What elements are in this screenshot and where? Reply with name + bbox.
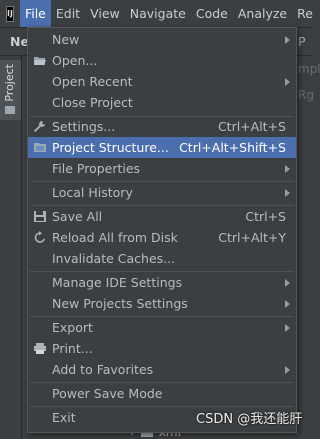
menu-item-new-projects-settings[interactable]: New Projects Settings <box>28 293 296 314</box>
print-icon <box>34 343 46 354</box>
submenu-arrow-icon <box>285 366 290 374</box>
menu-item-shortcut: Ctrl+Alt+Y <box>218 230 286 245</box>
save-icon <box>34 211 46 222</box>
menu-item-new[interactable]: New <box>28 29 296 50</box>
menu-item-project-structure[interactable]: Project Structure... Ctrl+Alt+Shift+S <box>28 137 296 158</box>
menu-item-close-project[interactable]: Close Project <box>28 92 296 113</box>
intellij-logo-icon: IJ <box>6 5 14 22</box>
menu-analyze[interactable]: Analyze <box>233 0 292 27</box>
menu-item-file-properties[interactable]: File Properties <box>28 158 296 179</box>
menu-item-label: File Properties <box>52 161 141 176</box>
project-tab-label: Project <box>3 64 16 102</box>
csdn-watermark: CSDN @我还能肝 <box>196 412 303 427</box>
menu-item-add-to-favorites[interactable]: Add to Favorites <box>28 359 296 380</box>
menu-edit[interactable]: Edit <box>51 0 85 27</box>
menu-item-label: New <box>52 32 80 47</box>
menu-item-label: Local History <box>52 185 133 200</box>
menu-item-open[interactable]: Open... <box>28 50 296 71</box>
menu-file[interactable]: File <box>19 0 51 27</box>
menu-item-label: Reload All from Disk <box>52 230 178 245</box>
menu-navigate[interactable]: Navigate <box>125 0 191 27</box>
submenu-arrow-icon <box>285 324 290 332</box>
menu-item-label: Power Save Mode <box>52 386 163 401</box>
submenu-arrow-icon <box>285 189 290 197</box>
submenu-arrow-icon <box>285 300 290 308</box>
menu-item-label: Print... <box>52 341 93 356</box>
submenu-arrow-icon <box>285 78 290 86</box>
menu-refactor[interactable]: Re <box>292 0 318 27</box>
folder-icon <box>5 106 15 114</box>
menu-item-shortcut: Ctrl+Alt+S <box>217 119 286 134</box>
submenu-arrow-icon <box>285 165 290 173</box>
folder-open-icon <box>34 57 46 65</box>
menu-item-local-history[interactable]: Local History <box>28 182 296 203</box>
menu-item-settings[interactable]: Settings... Ctrl+Alt+S <box>28 116 296 137</box>
background-text-2: Rg <box>298 88 314 102</box>
menu-item-save-all[interactable]: Save All Ctrl+S <box>28 206 296 227</box>
menu-item-print[interactable]: Print... <box>28 338 296 359</box>
menu-item-shortcut: Ctrl+S <box>245 209 286 224</box>
menu-item-label: Open... <box>52 53 98 68</box>
menu-view[interactable]: View <box>85 0 125 27</box>
menu-item-reload-all[interactable]: Reload All from Disk Ctrl+Alt+Y <box>28 227 296 248</box>
menu-item-label: Open Recent <box>52 74 133 89</box>
menu-item-power-save-mode[interactable]: Power Save Mode <box>28 383 296 404</box>
menu-item-manage-ide-settings[interactable]: Manage IDE Settings <box>28 272 296 293</box>
main-menubar: IJ File Edit View Navigate Code Analyze … <box>0 0 313 28</box>
project-structure-icon <box>34 143 46 152</box>
submenu-arrow-icon <box>285 279 290 287</box>
menu-item-label: New Projects Settings <box>52 296 188 311</box>
file-menu-dropdown: New Open... Open Recent Close Project Se… <box>27 27 297 433</box>
menu-item-label: Exit <box>52 410 76 425</box>
menu-item-shortcut: Ctrl+Alt+Shift+S <box>179 140 286 155</box>
menu-item-label: Close Project <box>52 95 133 110</box>
menu-item-open-recent[interactable]: Open Recent <box>28 71 296 92</box>
nav-right-text: P <box>298 34 306 49</box>
menu-item-label: Export <box>52 320 93 335</box>
menu-item-label: Save All <box>52 209 103 224</box>
menu-item-label: Add to Favorites <box>52 362 154 377</box>
reload-icon <box>34 231 46 243</box>
submenu-arrow-icon <box>285 36 290 44</box>
menu-item-export[interactable]: Export <box>28 317 296 338</box>
menu-item-label: Settings... <box>52 119 116 134</box>
menu-item-invalidate-caches[interactable]: Invalidate Caches... <box>28 248 296 269</box>
menu-code[interactable]: Code <box>191 0 233 27</box>
menu-item-label: Project Structure... <box>52 140 169 155</box>
background-text-1: mpl <box>298 62 320 76</box>
wrench-icon <box>34 121 45 132</box>
menu-item-label: Invalidate Caches... <box>52 251 176 266</box>
menu-item-label: Manage IDE Settings <box>52 275 183 290</box>
